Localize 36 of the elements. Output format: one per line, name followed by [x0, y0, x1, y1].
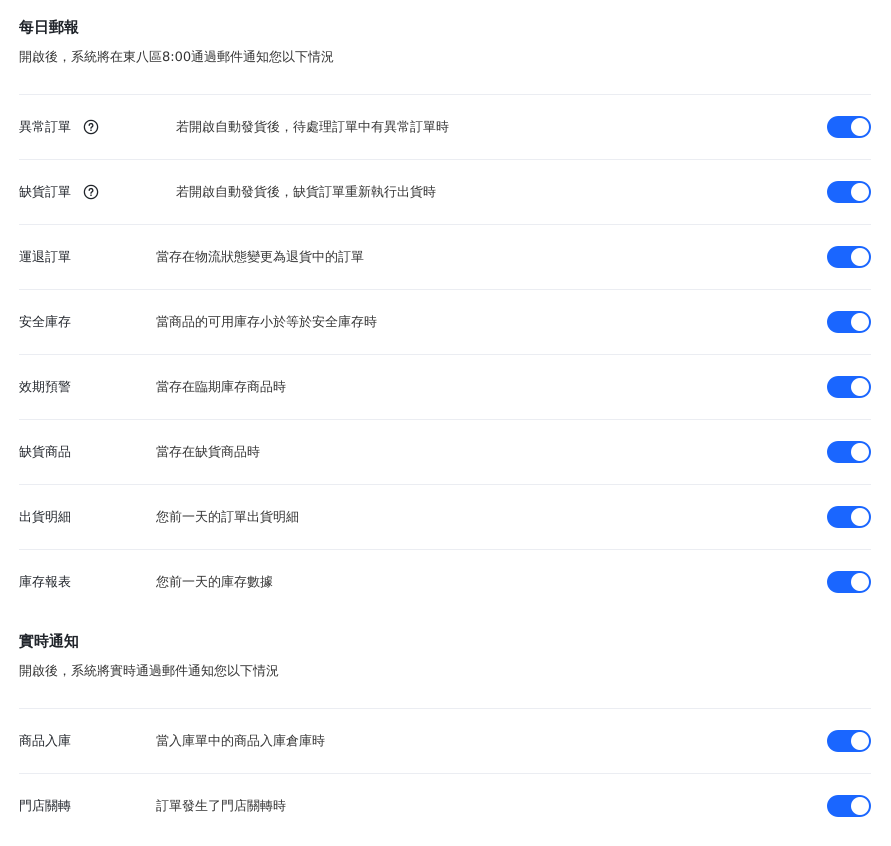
section-title: 每日郵報 — [19, 17, 80, 38]
setting-description: 當商品的可用庫存小於等於安全庫存時 — [156, 314, 378, 331]
toggle-switch[interactable] — [827, 246, 871, 268]
setting-label: 缺貨訂單 — [19, 184, 71, 201]
setting-description: 若開啟自動發貨後，缺貨訂單重新執行出貨時 — [176, 184, 437, 201]
section-description: 開啟後，系統將實時通過郵件通知您以下情況 — [19, 663, 280, 681]
setting-description: 當入庫單中的商品入庫倉庫時 — [156, 733, 326, 750]
setting-label: 安全庫存 — [19, 314, 71, 331]
setting-description: 訂單發生了門店關轉時 — [156, 798, 287, 815]
toggle-switch[interactable] — [827, 441, 871, 463]
toggle-switch[interactable] — [827, 795, 871, 817]
toggle-switch[interactable] — [827, 571, 871, 593]
toggle-switch[interactable] — [827, 506, 871, 528]
setting-description: 當存在臨期庫存商品時 — [156, 379, 287, 396]
setting-description: 若開啟自動發貨後，待處理訂單中有異常訂單時 — [176, 119, 450, 136]
setting-label: 運退訂單 — [19, 249, 71, 266]
toggle-switch[interactable] — [827, 116, 871, 138]
setting-label: 商品入庫 — [19, 733, 71, 750]
setting-description: 您前一天的訂單出貨明細 — [156, 509, 300, 526]
toggle-switch[interactable] — [827, 181, 871, 203]
setting-description: 當存在缺貨商品時 — [156, 444, 261, 461]
setting-label: 缺貨商品 — [19, 444, 71, 461]
setting-label: 出貨明細 — [19, 509, 71, 526]
setting-label: 異常訂單 — [19, 119, 71, 136]
setting-description: 當存在物流狀態變更為退貨中的訂單 — [156, 249, 365, 266]
section-description: 開啟後，系統將在東八區8:00通過郵件通知您以下情況 — [19, 49, 336, 67]
setting-label: 效期預警 — [19, 379, 71, 396]
help-icon[interactable] — [83, 119, 99, 135]
section-title: 實時通知 — [19, 631, 80, 652]
setting-label: 庫存報表 — [19, 574, 71, 591]
setting-label: 門店關轉 — [19, 798, 71, 815]
toggle-switch[interactable] — [827, 376, 871, 398]
toggle-switch[interactable] — [827, 730, 871, 752]
help-icon[interactable] — [83, 184, 99, 200]
setting-description: 您前一天的庫存數據 — [156, 574, 274, 591]
toggle-switch[interactable] — [827, 311, 871, 333]
